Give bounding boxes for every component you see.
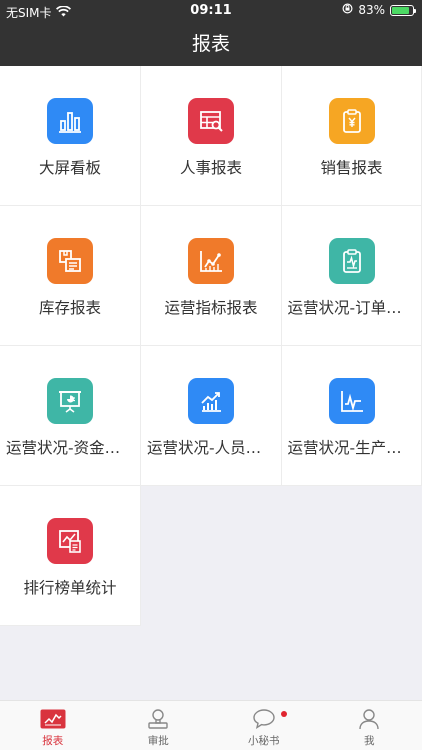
report-tile-order-status[interactable]: 运营状况-订单状况 — [282, 206, 422, 346]
tab-label: 审批 — [147, 735, 169, 747]
report-label: 大屏看板 — [38, 159, 101, 177]
report-label: 运营状况-生产状况 — [287, 439, 416, 457]
tab-label: 小秘书 — [248, 735, 280, 747]
report-tile-rankings[interactable]: 排行榜单统计 — [0, 486, 141, 626]
pulse-chart-icon — [328, 378, 375, 424]
report-label: 人事报表 — [179, 159, 242, 177]
clipboard-yen-icon — [328, 98, 375, 144]
report-tile-fund-status[interactable]: 运营状况-资金状况 — [0, 346, 141, 486]
user-icon — [356, 707, 382, 731]
tab-reports[interactable]: 报表 — [0, 701, 106, 750]
report-grid: 大屏看板 人事报表 销售报表 库存报表 运营指标报表 运营状况-订单状况 运营状… — [0, 66, 422, 626]
report-tile-production-status[interactable]: 运营状况-生产状况 — [282, 346, 422, 486]
clipboard-chart-icon — [328, 238, 375, 284]
report-label: 销售报表 — [320, 159, 383, 177]
tab-me[interactable]: 我 — [317, 701, 422, 750]
report-tile-operating-metrics[interactable]: 运营指标报表 — [141, 206, 282, 346]
inventory-icon — [47, 238, 93, 284]
report-tile-staff-status[interactable]: 运营状况-人员状况 — [141, 346, 282, 486]
chat-bubble-icon — [251, 707, 277, 731]
ranking-icon — [47, 518, 93, 564]
tab-label: 报表 — [42, 735, 64, 747]
report-chart-icon — [40, 707, 66, 731]
battery-icon — [390, 4, 416, 16]
status-right: 83% — [342, 3, 416, 17]
table-search-icon — [188, 98, 234, 144]
report-tile-dashboard[interactable]: 大屏看板 — [0, 66, 141, 206]
nav-bar: 报表 — [0, 22, 422, 66]
report-label: 运营指标报表 — [164, 299, 258, 317]
report-tile-inventory[interactable]: 库存报表 — [0, 206, 141, 346]
tab-bar: 报表 审批 小秘书 我 — [0, 700, 422, 750]
notification-badge — [281, 711, 287, 717]
status-bar: 无SIM卡 09:11 83% — [0, 0, 422, 22]
trend-up-icon — [188, 378, 234, 424]
report-label: 库存报表 — [38, 299, 101, 317]
report-tile-hr[interactable]: 人事报表 — [141, 66, 282, 206]
report-tile-sales[interactable]: 销售报表 — [282, 66, 422, 206]
line-chart-icon — [188, 238, 234, 284]
person-stamp-icon — [145, 707, 171, 731]
report-label: 运营状况-人员状况 — [147, 439, 275, 457]
report-label: 运营状况-资金状况 — [6, 439, 134, 457]
page-title: 报表 — [191, 33, 230, 55]
presentation-icon — [47, 378, 93, 424]
battery-percent: 83% — [358, 3, 385, 17]
tab-label: 我 — [364, 735, 375, 747]
tab-assistant[interactable]: 小秘书 — [211, 701, 317, 750]
report-label: 运营状况-订单状况 — [287, 299, 416, 317]
orientation-lock-icon — [342, 3, 353, 17]
report-label: 排行榜单统计 — [23, 579, 117, 597]
tab-approval[interactable]: 审批 — [106, 701, 212, 750]
bar-chart-icon — [47, 98, 93, 144]
